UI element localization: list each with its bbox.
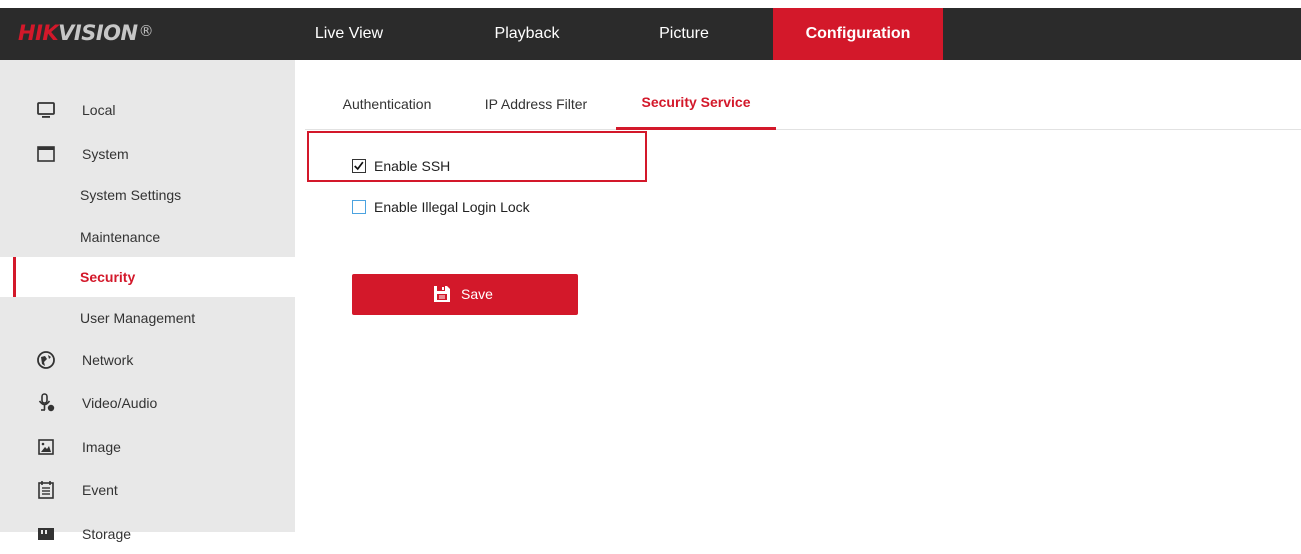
sidebar: Local System System Settings Maintenance… — [0, 60, 295, 542]
calendar-icon — [38, 481, 54, 499]
sidebar-item-local[interactable]: Local — [0, 90, 295, 130]
sidebar-item-maintenance[interactable]: Maintenance — [0, 217, 295, 257]
sidebar-item-image[interactable]: Image — [0, 427, 295, 467]
sidebar-item-label: Security — [80, 269, 136, 285]
active-indicator — [13, 257, 16, 297]
save-button-label: Save — [461, 286, 493, 302]
sidebar-item-label: Local — [82, 102, 116, 118]
checkmark-icon — [354, 161, 364, 171]
nav-configuration[interactable]: Configuration — [773, 8, 943, 60]
tab-security-service[interactable]: Security Service — [616, 82, 776, 122]
sidebar-item-label: Event — [82, 482, 118, 498]
nav-picture[interactable]: Picture — [646, 8, 722, 60]
tab-authentication[interactable]: Authentication — [328, 84, 446, 124]
nav-playback[interactable]: Playback — [475, 8, 579, 60]
sidebar-item-user-management[interactable]: User Management — [0, 298, 295, 338]
microphone-icon — [38, 393, 55, 412]
globe-icon — [37, 351, 55, 369]
hikvision-logo: HIKVISION® — [18, 21, 154, 45]
sidebar-item-network[interactable]: Network — [0, 340, 295, 380]
sidebar-item-label: System Settings — [80, 187, 182, 203]
tab-ip-address-filter[interactable]: IP Address Filter — [466, 84, 606, 124]
tabs-divider — [305, 129, 1301, 130]
sidebar-item-video-audio[interactable]: Video/Audio — [0, 383, 295, 423]
sidebar-item-system[interactable]: System — [0, 134, 295, 174]
nav-live-view[interactable]: Live View — [305, 8, 393, 60]
sidebar-item-security[interactable]: Security — [0, 257, 295, 297]
storage-icon — [38, 528, 54, 540]
sidebar-item-storage[interactable]: Storage — [0, 514, 295, 554]
enable-ssh-checkbox[interactable] — [352, 159, 366, 173]
sidebar-item-label: Storage — [82, 526, 132, 542]
sidebar-item-label: System — [82, 146, 129, 162]
save-button[interactable]: Save — [352, 274, 578, 315]
sidebar-item-event[interactable]: Event — [0, 470, 295, 510]
sidebar-item-label: Image — [82, 439, 121, 455]
illegal-login-lock-checkbox[interactable] — [352, 200, 366, 214]
image-icon — [38, 439, 54, 455]
sidebar-item-label: User Management — [80, 310, 196, 326]
sidebar-item-label: Network — [82, 352, 134, 368]
window-icon — [37, 146, 55, 162]
sidebar-item-label: Maintenance — [80, 229, 161, 245]
monitor-icon — [37, 102, 55, 118]
sidebar-item-system-settings[interactable]: System Settings — [0, 175, 295, 215]
enable-ssh-label: Enable SSH — [374, 158, 451, 174]
illegal-login-lock-label: Enable Illegal Login Lock — [374, 199, 530, 215]
floppy-disk-icon — [434, 286, 450, 302]
top-navigation-bar: HIKVISION® Live View Playback Picture Co… — [0, 8, 1301, 60]
active-tab-underline — [616, 127, 776, 130]
highlight-box — [307, 131, 647, 182]
sidebar-item-label: Video/Audio — [82, 395, 158, 411]
